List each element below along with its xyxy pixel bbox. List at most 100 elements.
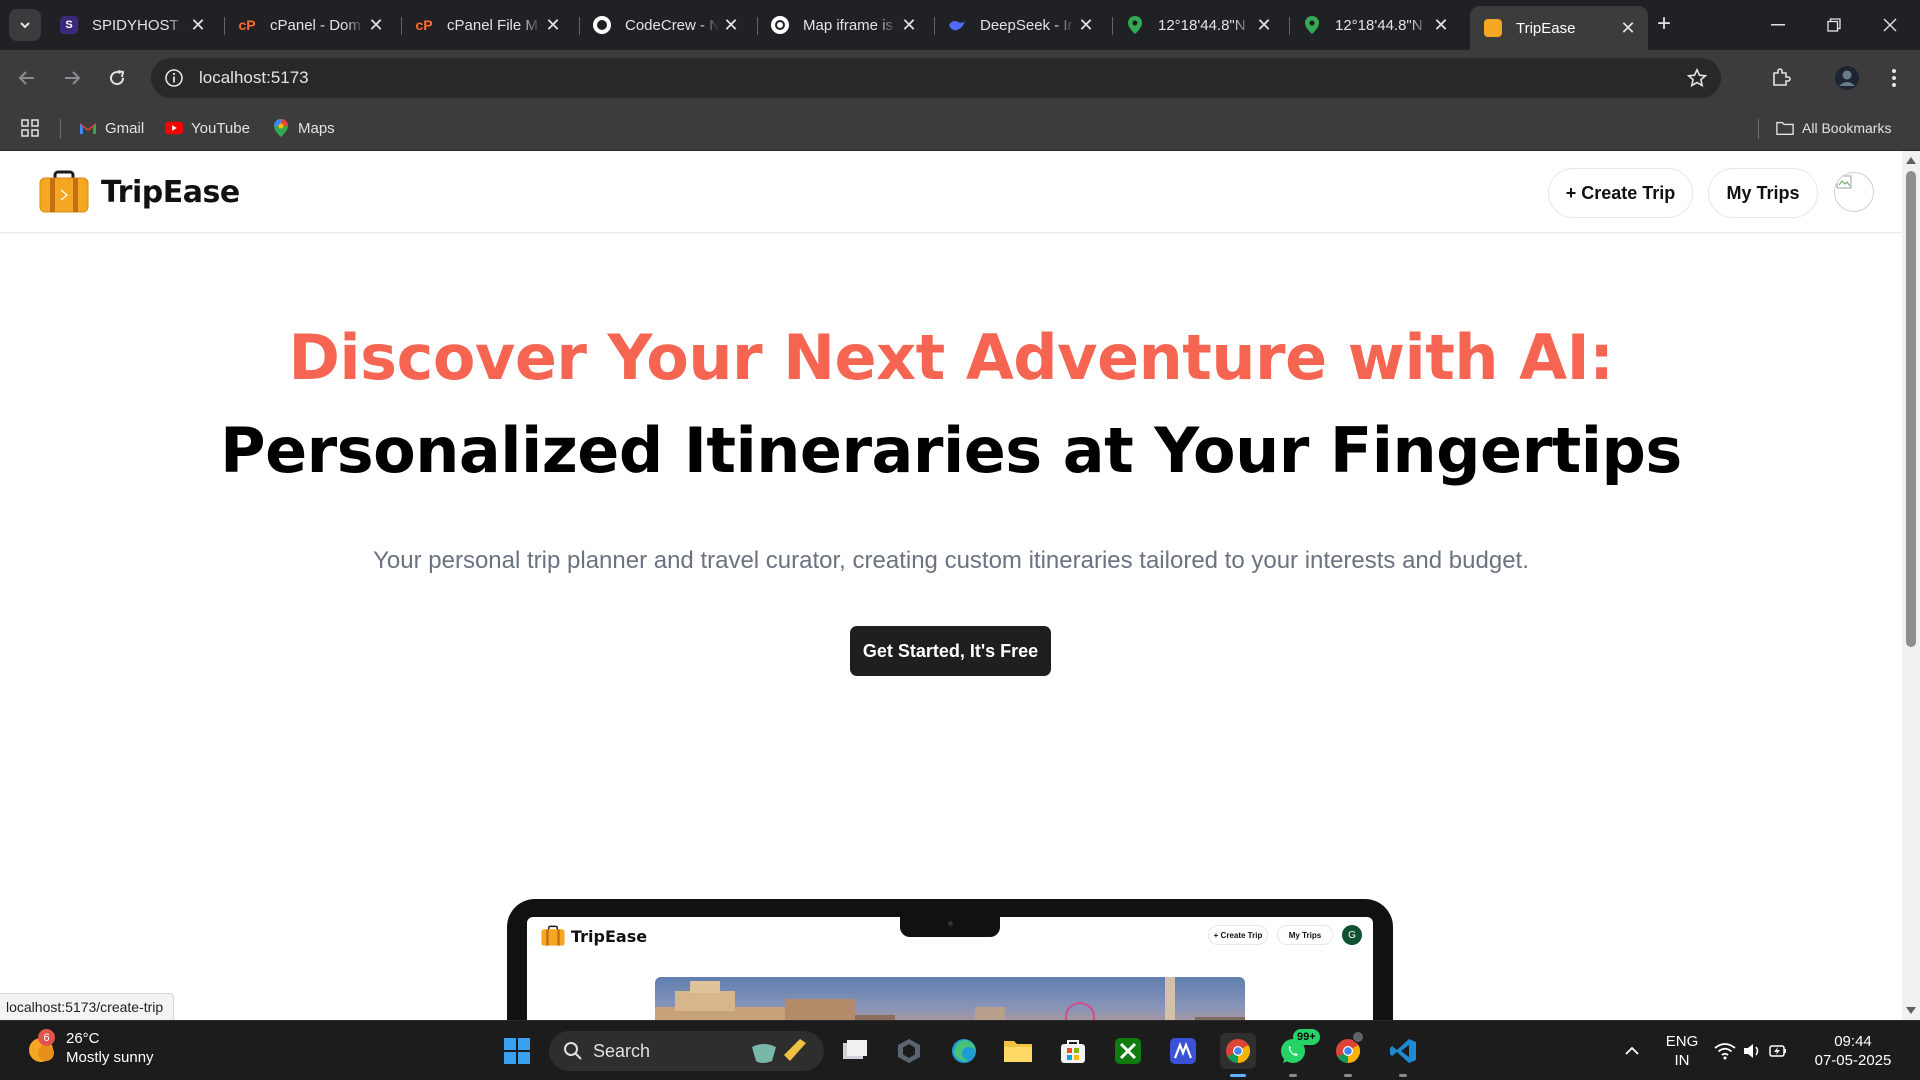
weather-sun-icon: 6	[24, 1029, 58, 1065]
search-highlight-icon	[752, 1039, 806, 1063]
link-status-bubble: localhost:5173/create-trip	[0, 993, 175, 1020]
site-header: TripEase + Create Trip My Trips	[0, 151, 1902, 233]
maps-icon	[272, 119, 290, 137]
close-tab-icon[interactable]: ✕	[1429, 13, 1453, 37]
start-button[interactable]	[499, 1033, 535, 1069]
apps-button[interactable]	[21, 116, 39, 140]
bookmark-star-button[interactable]	[1685, 66, 1709, 90]
scrollbar-thumb[interactable]	[1906, 171, 1916, 647]
tab-deepseek[interactable]: DeepSeek - Ir ✕	[934, 7, 1106, 43]
star-icon	[1687, 68, 1707, 88]
close-tab-icon[interactable]: ✕	[1074, 13, 1098, 37]
tab-codecrew[interactable]: CodeCrew - N ✕	[579, 7, 751, 43]
site-brand-name: TripEase	[101, 174, 240, 210]
quick-settings-button[interactable]	[1711, 1033, 1791, 1069]
deepseek-favicon	[948, 16, 966, 34]
puzzle-icon	[1773, 68, 1791, 86]
close-icon	[1883, 18, 1897, 32]
windows-logo-icon	[504, 1038, 530, 1064]
close-tab-icon[interactable]: ✕	[897, 13, 921, 37]
all-bookmarks-button[interactable]: All Bookmarks	[1776, 116, 1891, 140]
taskbar-app-xbox[interactable]	[1110, 1033, 1146, 1069]
tab-tripease[interactable]: TripEase ✕	[1470, 6, 1648, 50]
close-window-button[interactable]	[1862, 0, 1918, 50]
profile-button[interactable]	[1833, 64, 1861, 92]
back-button[interactable]	[11, 62, 43, 94]
task-view-button[interactable]	[837, 1033, 873, 1069]
taskbar-search-box[interactable]: Search	[549, 1031, 824, 1071]
my-trips-button[interactable]: My Trips	[1708, 168, 1818, 218]
taskbar-search-label: Search	[593, 1040, 651, 1061]
weather-widget[interactable]: 6 26°C Mostly sunny	[24, 1029, 154, 1067]
hexagon-app-icon	[898, 1039, 920, 1063]
taskbar-app-store[interactable]	[1055, 1033, 1091, 1069]
hero-headline-accent: Discover Your Next Adventure with AI:	[288, 321, 1614, 394]
kebab-menu-icon	[1892, 69, 1896, 87]
scroll-up-arrow-icon[interactable]	[1906, 157, 1916, 164]
weather-description: Mostly sunny	[66, 1049, 154, 1066]
bookmark-youtube[interactable]: YouTube	[165, 116, 250, 140]
all-bookmarks-label: All Bookmarks	[1802, 120, 1892, 136]
extensions-button[interactable]	[1767, 64, 1795, 92]
close-tab-icon[interactable]: ✕	[541, 13, 565, 37]
running-indicator	[1289, 1074, 1297, 1077]
input-language-indicator[interactable]: ENG IN	[1662, 1032, 1702, 1070]
github-favicon	[593, 16, 611, 34]
laptop-preview-mockup: TripEase + Create Trip My Trips G	[507, 899, 1393, 1020]
tab-cpanel-domains[interactable]: cP cPanel - Dom ✕	[224, 7, 396, 43]
tab-google-maps-1[interactable]: 12°18'44.8"N ✕	[1112, 7, 1284, 43]
scroll-down-arrow-icon[interactable]	[1906, 1007, 1916, 1014]
taskbar-app-chrome[interactable]	[1220, 1033, 1256, 1077]
site-info-button[interactable]	[159, 63, 189, 93]
show-hidden-icons-button[interactable]	[1614, 1033, 1650, 1069]
reload-button[interactable]	[101, 62, 133, 94]
close-tab-icon[interactable]: ✕	[1252, 13, 1276, 37]
close-tab-icon[interactable]: ✕	[1616, 16, 1640, 40]
close-tab-icon[interactable]: ✕	[364, 13, 388, 37]
close-tab-icon[interactable]: ✕	[719, 13, 743, 37]
spidyhost-favicon: S	[60, 16, 78, 34]
page-scrollbar[interactable]	[1902, 151, 1920, 1020]
forward-button[interactable]	[56, 62, 88, 94]
system-clock[interactable]: 09:44 07-05-2025	[1810, 1032, 1896, 1070]
user-avatar[interactable]	[1834, 172, 1874, 212]
weather-temperature: 26°C	[66, 1030, 100, 1047]
taskbar-app-chrome-profile[interactable]	[1330, 1031, 1366, 1077]
taskbar-app-github-desktop[interactable]	[891, 1033, 927, 1069]
taskbar-app-vscode[interactable]	[1385, 1033, 1421, 1077]
tab-spidyhost[interactable]: S SPIDYHOST - ✕	[46, 7, 218, 43]
chrome-menu-button[interactable]	[1880, 64, 1908, 92]
info-icon	[165, 69, 183, 87]
google-maps-favicon	[1126, 16, 1144, 34]
taskbar-app-file-explorer[interactable]	[1000, 1033, 1036, 1069]
folder-icon	[1776, 119, 1794, 137]
taskbar-app-mathtype[interactable]	[1165, 1033, 1201, 1069]
create-trip-button[interactable]: + Create Trip	[1548, 168, 1693, 218]
url-text[interactable]: localhost:5173	[199, 68, 309, 88]
address-bar[interactable]: localhost:5173	[151, 58, 1721, 98]
hero-headline: Personalized Itineraries at Your Fingert…	[220, 414, 1682, 487]
new-tab-button[interactable]: +	[1650, 10, 1678, 38]
restore-button[interactable]	[1806, 0, 1862, 50]
gmail-icon	[79, 119, 97, 137]
taskbar-app-whatsapp[interactable]: 99+	[1275, 1029, 1320, 1077]
cpanel-favicon: cP	[238, 17, 256, 33]
google-maps-favicon	[1303, 16, 1321, 34]
laptop-camera	[948, 921, 953, 926]
tab-google-maps-2[interactable]: 12°18'44.8"N ✕	[1289, 7, 1461, 43]
volume-icon	[1744, 1044, 1759, 1058]
bookmark-maps[interactable]: Maps	[272, 116, 335, 140]
minimize-button[interactable]	[1750, 0, 1806, 50]
tab-map-iframe[interactable]: Map iframe is ✕	[757, 7, 929, 43]
preview-my-trips-button: My Trips	[1277, 925, 1333, 945]
close-tab-icon[interactable]: ✕	[186, 13, 210, 37]
tab-cpanel-file-manager[interactable]: cP cPanel File M ✕	[401, 7, 573, 43]
site-logo[interactable]: TripEase	[39, 170, 240, 214]
tab-search-button[interactable]	[9, 9, 41, 41]
search-icon	[564, 1042, 582, 1060]
running-indicator	[1344, 1074, 1352, 1077]
taskbar-app-edge[interactable]	[946, 1033, 982, 1069]
arrow-left-icon	[18, 71, 34, 85]
bookmark-gmail[interactable]: Gmail	[79, 116, 144, 140]
get-started-button[interactable]: Get Started, It's Free	[850, 626, 1051, 676]
